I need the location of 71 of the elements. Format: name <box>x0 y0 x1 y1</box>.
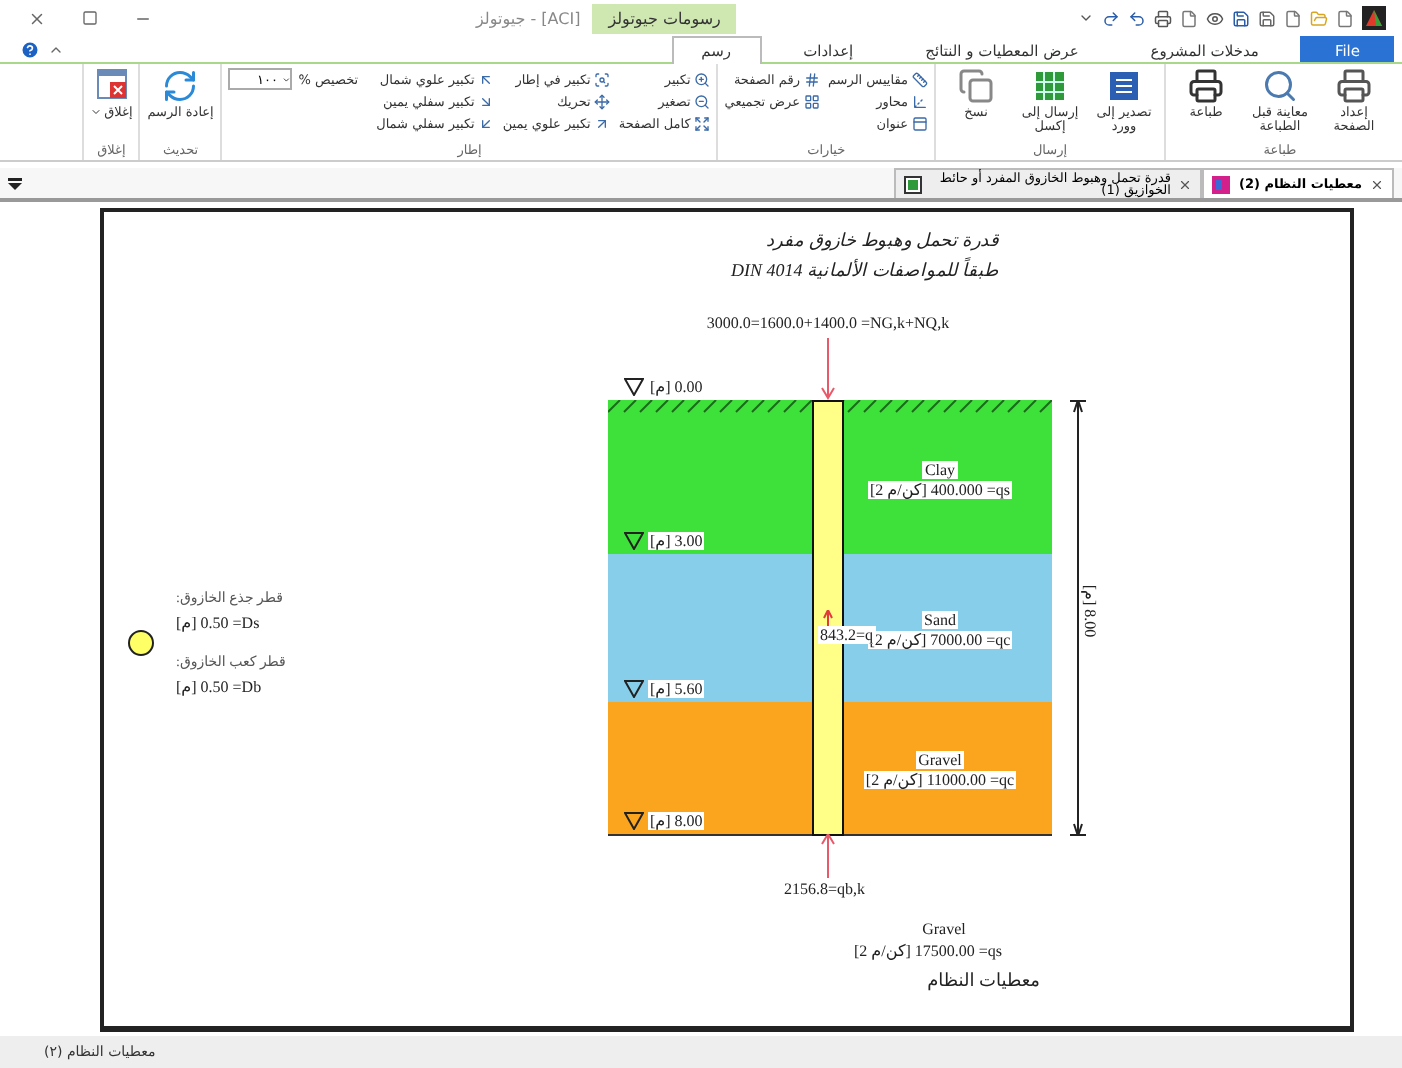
load-label: 3000.0=1600.0+1400.0 =NG,k+NQ,k <box>704 314 952 332</box>
base-layer-value: [كن/م 2] 17500.00 =qs <box>854 942 1003 960</box>
layer-value: [كن/م 2] 400.000 =qs <box>867 481 1013 500</box>
depth-label: [م] 8.00 <box>1081 584 1100 638</box>
caret-icon[interactable] <box>281 73 291 85</box>
layer-value: [كن/م 2] 11000.00 =qc <box>863 771 1017 790</box>
level-label: [م] 5.60 <box>648 680 705 698</box>
arrow-icon <box>478 71 495 87</box>
axes-icon <box>912 93 928 109</box>
preview-icon <box>1262 68 1298 104</box>
zoom-out-icon <box>694 93 711 109</box>
spreadsheet-icon <box>1032 68 1068 104</box>
close-tab-button[interactable] <box>1370 177 1384 191</box>
move-icon <box>594 93 611 109</box>
level-marker-icon <box>624 812 644 830</box>
ruler-icon <box>912 71 928 87</box>
dimension-value: [م] 0.50 =Ds <box>176 614 260 632</box>
close-icon <box>28 9 46 27</box>
level-marker-icon <box>624 378 644 396</box>
window-title: جيوتولز - [ACI] <box>476 9 581 27</box>
redo-icon[interactable] <box>1102 9 1120 27</box>
table-icon <box>904 175 923 193</box>
pile-section-icon <box>128 630 154 656</box>
file-icon[interactable] <box>1180 9 1198 27</box>
save-icon[interactable] <box>1258 9 1276 27</box>
level-marker-icon <box>624 680 644 698</box>
title-icon <box>912 115 928 131</box>
level-label: [م] 3.00 <box>648 532 705 550</box>
dropdown-icon[interactable] <box>8 177 22 189</box>
app-logo-icon <box>1362 6 1386 30</box>
base-resistance-label: 2156.8=qb,k <box>784 880 866 898</box>
file-icon[interactable] <box>1284 9 1302 27</box>
undo-icon[interactable] <box>1128 9 1146 27</box>
grid-icon <box>803 93 820 109</box>
zoom-in-icon <box>694 71 711 87</box>
arrow-icon <box>594 115 611 131</box>
level-marker-icon <box>624 532 644 550</box>
base-arrow <box>820 834 836 878</box>
copy-icon <box>958 68 994 104</box>
context-tab-group: رسومات جيوتولز <box>592 3 737 33</box>
layer-name: Sand <box>922 611 958 630</box>
preview-icon[interactable] <box>1206 9 1224 27</box>
arrow-icon <box>478 93 495 109</box>
level-label: [م] 8.00 <box>648 812 705 830</box>
printer-icon <box>1188 68 1224 104</box>
chart-icon <box>1212 175 1231 193</box>
expand-icon <box>694 115 711 131</box>
layer-name: Clay <box>922 461 958 480</box>
hash-icon <box>803 71 820 87</box>
force-arrow <box>820 610 836 626</box>
load-arrow <box>820 338 836 400</box>
layer-name: Gravel <box>916 751 964 770</box>
footer-label: معطيات النظام <box>927 970 1040 992</box>
printer-icon[interactable] <box>1154 9 1172 27</box>
drawing-title: قدرة تحمل وهبوط خازوق مفرد <box>766 230 998 250</box>
base-layer-name: Gravel <box>920 920 968 938</box>
drawing-subtitle: طبقاً للمواصفات الألمانية DIN 4014 <box>731 260 998 280</box>
shaft-resistance-label: 843.2=q <box>818 626 876 644</box>
zoom-frame-icon <box>594 71 611 87</box>
level-label: [م] 0.00 <box>648 378 705 396</box>
dimension-value: [م] 0.50 =Db <box>176 678 262 696</box>
arrow-icon <box>478 115 495 131</box>
caret-icon <box>90 106 103 118</box>
refresh-icon <box>162 68 199 104</box>
new-file-icon[interactable] <box>1336 9 1354 27</box>
printer-icon <box>1336 68 1372 104</box>
help-icon[interactable] <box>20 39 40 59</box>
customize-icon[interactable] <box>1078 10 1094 26</box>
restore-icon <box>82 10 98 26</box>
save-icon[interactable] <box>1232 9 1250 27</box>
close-tab-button[interactable] <box>1178 177 1193 191</box>
